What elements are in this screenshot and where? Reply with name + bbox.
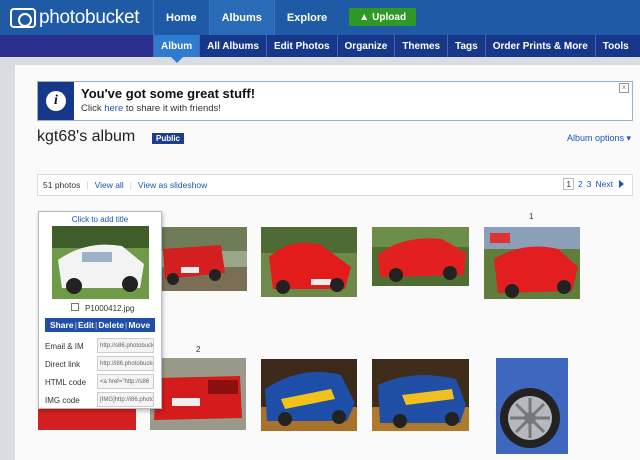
page-3[interactable]: 3 [587, 179, 592, 189]
pagination: 1 2 3 Next [563, 178, 624, 190]
album-options-link[interactable]: Album options ▾ [567, 133, 631, 144]
sub-nav-bar: Album All Albums Edit Photos Organize Th… [0, 35, 640, 63]
next-link[interactable]: Next [596, 179, 613, 189]
tab-edit-photos[interactable]: Edit Photos [265, 35, 337, 57]
nav-explore[interactable]: Explore [273, 0, 339, 35]
share-button[interactable]: Share [50, 320, 74, 330]
photo-filename: P1000412.jpg [85, 304, 135, 313]
upload-label: Upload [372, 11, 407, 23]
next-arrow-icon[interactable] [619, 180, 624, 188]
share-banner: i You've got some great stuff! Click her… [37, 81, 633, 121]
photo-thumb-red-car-rear-plate[interactable] [150, 358, 246, 430]
banner-heading: You've got some great stuff! [81, 86, 256, 101]
photo-thumb-red-car-parked[interactable] [484, 227, 580, 299]
logo-text: photobucket [39, 7, 140, 28]
page-1[interactable]: 1 [563, 178, 575, 190]
photo-thumb-rally-car-side[interactable] [372, 359, 469, 431]
email-im-row: Email & IM http://s86.photobucket [45, 338, 157, 354]
img-code-row: IMG code [IMG]http://i86.photo [45, 392, 157, 408]
slideshow-link[interactable]: View as slideshow [138, 180, 207, 190]
edit-button[interactable]: Edit [78, 320, 94, 330]
photo-details-panel: Click to add title P1000412.jpg Share | E… [38, 211, 162, 409]
img-code-label: IMG code [45, 396, 80, 405]
html-code-row: HTML code <a href="http://s86 [45, 374, 157, 390]
move-button[interactable]: Move [128, 320, 150, 330]
photo-thumb-rally-car-front[interactable] [261, 359, 357, 431]
photo-thumb-red-car-side[interactable] [372, 227, 469, 286]
camera-icon [10, 8, 36, 28]
html-code-label: HTML code [45, 378, 87, 387]
html-code-field[interactable]: <a href="http://s86 [97, 374, 154, 389]
photobucket-logo[interactable]: photobucket [10, 7, 140, 29]
tab-themes[interactable]: Themes [394, 35, 447, 57]
photo-thumb-red-car-front[interactable] [261, 227, 357, 297]
direct-link-label: Direct link [45, 360, 81, 369]
banner-here-link[interactable]: here [104, 103, 123, 114]
up-arrow-icon: ▲ [359, 11, 370, 23]
tab-order-prints[interactable]: Order Prints & More [484, 35, 595, 57]
view-all-link[interactable]: View all [95, 180, 124, 190]
img-code-field[interactable]: [IMG]http://i86.photo [97, 392, 154, 407]
photo-actions-bar: Share | Edit | Delete | Move [45, 318, 155, 332]
photo-number: 1 [529, 212, 534, 221]
banner-text: Click here to share it with friends! [81, 103, 221, 114]
photo-thumb-white-car[interactable] [52, 226, 149, 299]
photo-thumb-wheel-rim[interactable] [496, 358, 568, 454]
photo-thumb-red-car-rear[interactable] [161, 227, 247, 291]
nav-home[interactable]: Home [153, 0, 209, 35]
tab-all-albums[interactable]: All Albums [199, 35, 266, 57]
album-toolbar: 51 photos | View all | View as slideshow… [37, 174, 633, 196]
photo-number: 2 [196, 345, 201, 354]
nav-albums[interactable]: Albums [208, 0, 274, 35]
main-nav: Home Albums Explore ▲ Upload [153, 0, 417, 35]
photo-count: 51 photos [43, 180, 81, 190]
direct-link-field[interactable]: http://i86.photobucket [97, 356, 154, 371]
top-bar: photobucket Home Albums Explore ▲ Upload [0, 0, 640, 35]
upload-button[interactable]: ▲ Upload [349, 8, 417, 26]
info-icon: i [38, 82, 74, 120]
direct-link-row: Direct link http://i86.photobucket [45, 356, 157, 372]
email-im-label: Email & IM [45, 342, 84, 351]
email-im-field[interactable]: http://s86.photobucket [97, 338, 154, 353]
close-icon[interactable]: × [619, 83, 629, 93]
tab-album[interactable]: Album [153, 35, 200, 63]
delete-button[interactable]: Delete [98, 320, 124, 330]
tab-tools[interactable]: Tools [594, 35, 636, 57]
select-checkbox[interactable] [71, 303, 79, 311]
tab-tags[interactable]: Tags [447, 35, 485, 57]
tab-organize[interactable]: Organize [336, 35, 395, 57]
album-title: kgt68's album [37, 128, 136, 145]
page-2[interactable]: 2 [578, 179, 583, 189]
privacy-badge[interactable]: Public [152, 133, 185, 144]
add-title-link[interactable]: Click to add title [39, 215, 161, 224]
